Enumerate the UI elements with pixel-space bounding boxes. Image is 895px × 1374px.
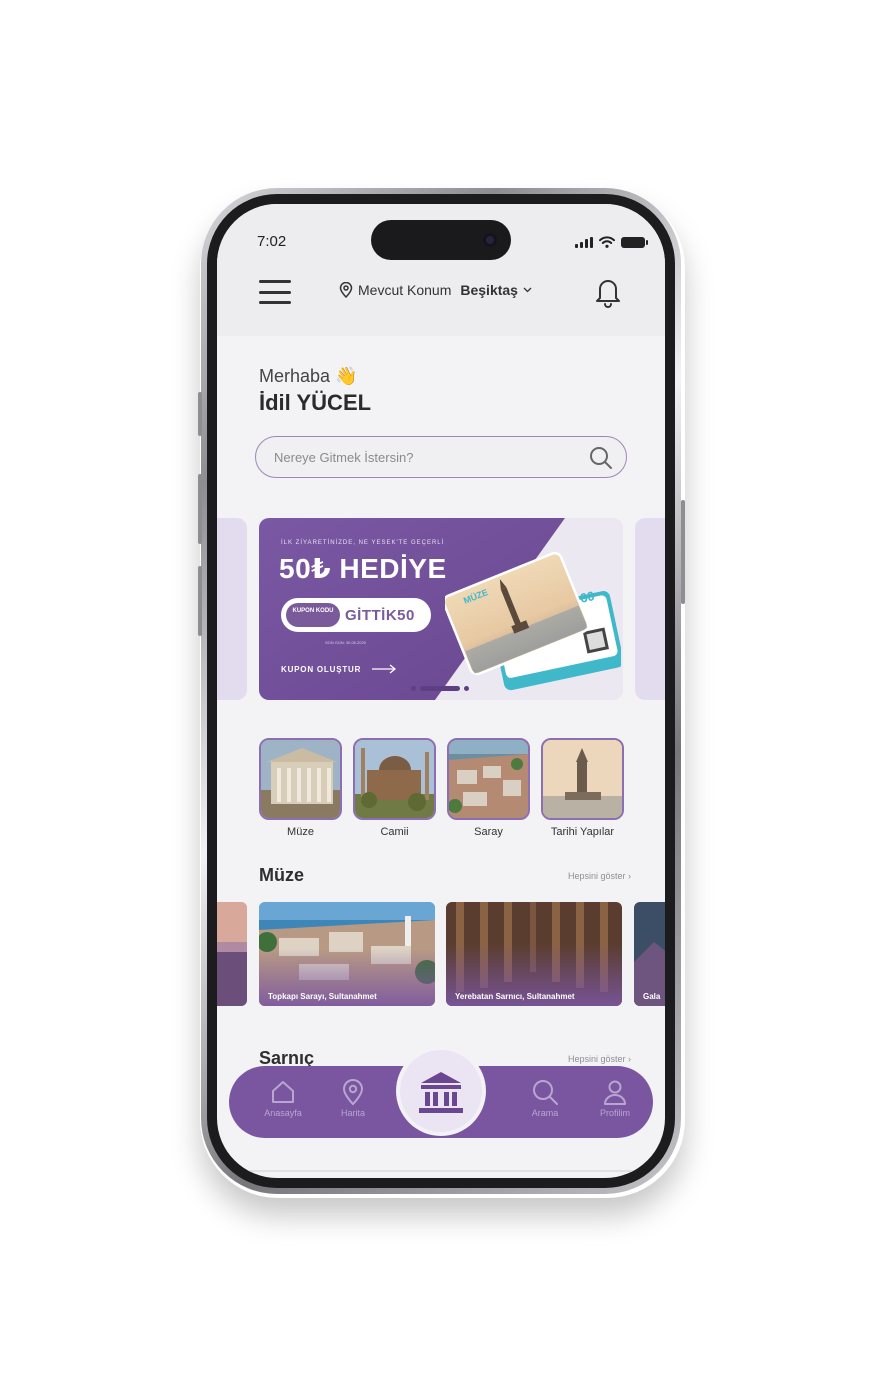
- phone-volume-down-button: [198, 566, 202, 636]
- museum-card[interactable]: Topkapı Sarayı, Sultanahmet: [259, 902, 435, 1006]
- location-selector[interactable]: Mevcut Konum Beşiktaş: [339, 282, 532, 298]
- nav-profile[interactable]: Profilim: [585, 1078, 645, 1118]
- banner-date: SON GÜN: 30.06.2025: [325, 640, 366, 645]
- category-label: Tarihi Yapılar: [550, 826, 615, 838]
- arrow-right-icon: [372, 664, 397, 674]
- create-coupon-label: KUPON OLUŞTUR: [281, 664, 362, 674]
- screenshot-stage: 7:02 Mevcut Konum Beşiktaş Merhaba 👋 İdi…: [0, 0, 895, 1374]
- museum-building-icon: [419, 1072, 463, 1113]
- search-input[interactable]: Nereye Gitmek İstersin?: [255, 436, 627, 478]
- user-name: İdil YÜCEL: [259, 390, 372, 415]
- map-pin-icon: [342, 1079, 364, 1106]
- banner-subtitle: İLK ZİYARETİNİZDE, NE YESEK'TE GEÇERLİ: [281, 540, 445, 546]
- category-museum-image: [259, 738, 342, 820]
- see-all-cistern-link[interactable]: Hepsini göster ›: [568, 1054, 631, 1064]
- carousel-dot[interactable]: [464, 686, 469, 691]
- carousel-dot-active[interactable]: [420, 686, 460, 691]
- home-icon: [272, 1081, 294, 1103]
- wifi-icon: [599, 236, 615, 248]
- phone-action-button: [198, 392, 202, 436]
- museum-card-label: Topkapı Sarayı, Sultanahmet: [268, 992, 377, 1001]
- category-historic[interactable]: Tarihi Yapılar: [541, 738, 624, 838]
- category-label: Camii: [380, 826, 409, 838]
- carousel-dot[interactable]: [411, 686, 416, 691]
- category-palace-image: [447, 738, 530, 820]
- status-icons: [575, 236, 648, 248]
- category-historic-image: [541, 738, 624, 820]
- nav-home[interactable]: Anasayfa: [253, 1078, 313, 1118]
- phone-power-button: [681, 500, 685, 604]
- dynamic-island: [371, 220, 511, 260]
- location-value: Beşiktaş: [460, 282, 518, 298]
- category-museum[interactable]: Müze: [259, 738, 342, 838]
- museum-cards-image: 60 MÜZE: [445, 551, 621, 691]
- category-label: Müze: [287, 826, 314, 838]
- phone-volume-up-button: [198, 474, 202, 544]
- coupon-label: KUPON KODU: [286, 603, 340, 627]
- see-all-museum-link[interactable]: Hepsini göster ›: [568, 871, 631, 881]
- museum-card-label: Gala: [643, 992, 661, 1001]
- coupon-code-pill[interactable]: KUPON KODU GİTTİK50: [281, 598, 431, 632]
- chevron-down-icon: [523, 287, 532, 293]
- location-label: Mevcut Konum: [358, 282, 452, 298]
- camera-icon: [483, 233, 497, 247]
- search-placeholder: Nereye Gitmek İstersin?: [274, 450, 414, 465]
- nav-profile-label: Profilim: [599, 1108, 630, 1118]
- nav-home-label: Anasayfa: [264, 1108, 302, 1118]
- user-icon: [604, 1080, 626, 1105]
- banner-title: 50₺ HEDİYE: [279, 553, 447, 584]
- app-screen: 7:02 Mevcut Konum Beşiktaş Merhaba 👋 İdi…: [217, 204, 665, 1178]
- search-icon: [533, 1080, 558, 1105]
- museum-card-next[interactable]: Gala: [634, 902, 665, 1006]
- coupon-code: GİTTİK50: [345, 607, 415, 624]
- category-palace[interactable]: Saray: [447, 738, 530, 838]
- home-indicator: [217, 1170, 665, 1172]
- search-icon[interactable]: [588, 445, 614, 471]
- nav-map-label: Harita: [340, 1108, 365, 1118]
- create-coupon-button[interactable]: KUPON OLUŞTUR: [281, 664, 397, 674]
- greeting-text: Merhaba 👋: [259, 366, 358, 386]
- promo-banner[interactable]: İLK ZİYARETİNİZDE, NE YESEK'TE GEÇERLİ 5…: [259, 518, 623, 700]
- menu-button[interactable]: [259, 280, 291, 304]
- top-header: 7:02 Mevcut Konum Beşiktaş: [217, 204, 665, 336]
- card-back-text: 60: [579, 588, 596, 606]
- signal-icon: [575, 237, 593, 248]
- category-list: Müze Camii Saray Tarihi Yapılar: [259, 738, 624, 838]
- category-label: Saray: [474, 826, 503, 838]
- section-title-museum: Müze: [259, 865, 304, 885]
- carousel-indicator: [411, 686, 469, 691]
- battery-icon: [621, 237, 648, 248]
- museum-card-prev[interactable]: [217, 902, 247, 1006]
- nav-search-label: Arama: [531, 1108, 559, 1118]
- banner-prev-slide[interactable]: [217, 518, 247, 700]
- category-mosque[interactable]: Camii: [353, 738, 436, 838]
- bell-icon[interactable]: [591, 274, 625, 310]
- nav-museum-button[interactable]: [400, 1050, 482, 1132]
- nav-search[interactable]: Arama: [515, 1078, 575, 1118]
- museum-card-label: Yerebatan Sarnıcı, Sultanahmet: [455, 992, 575, 1001]
- nav-map[interactable]: Harita: [323, 1078, 383, 1118]
- banner-next-slide[interactable]: [635, 518, 665, 700]
- status-time: 7:02: [257, 233, 287, 250]
- category-mosque-image: [353, 738, 436, 820]
- museum-card[interactable]: Yerebatan Sarnıcı, Sultanahmet: [446, 902, 622, 1006]
- location-pin-icon: [339, 282, 353, 298]
